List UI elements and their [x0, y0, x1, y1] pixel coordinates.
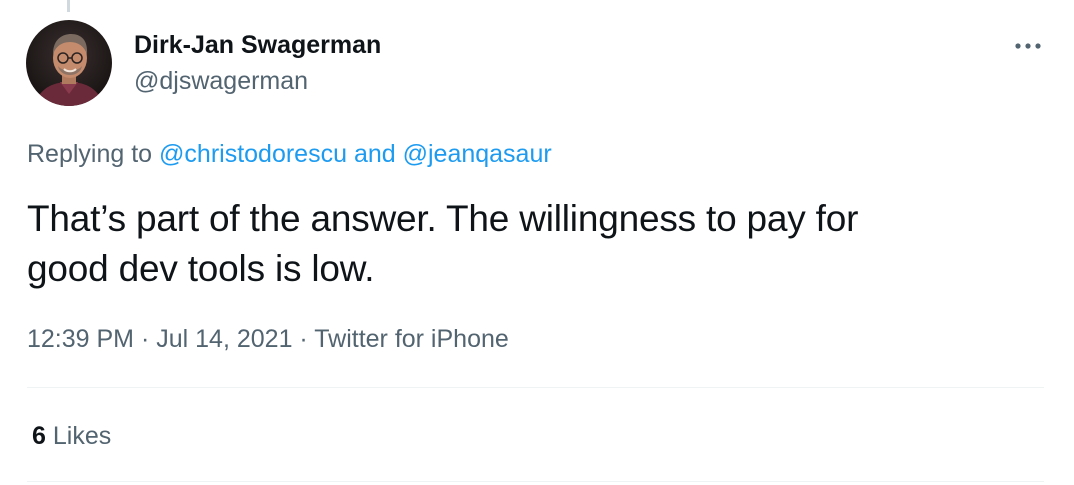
reply-context: Replying to @christodorescu and @jeanqas… [27, 139, 552, 169]
author-handle[interactable]: @djswagerman [134, 66, 308, 96]
avatar[interactable] [26, 20, 112, 106]
likes-label: Likes [52, 422, 112, 450]
more-options-button[interactable] [1010, 28, 1046, 64]
tweet-text: That’s part of the answer. The willingne… [27, 194, 1037, 294]
tweet-metadata: 12:39 PM · Jul 14, 2021 · Twitter for iP… [27, 324, 509, 354]
tweet-date[interactable]: Jul 14, 2021 [156, 325, 292, 353]
author-name[interactable]: Dirk-Jan Swagerman [134, 30, 381, 60]
tweet-text-line: good dev tools is low. [27, 248, 375, 289]
tweet-text-line: That’s part of the answer. The willingne… [27, 198, 859, 239]
divider [27, 481, 1044, 482]
meta-separator: · [140, 325, 150, 353]
profile-photo-icon [26, 20, 112, 106]
divider [27, 387, 1044, 388]
meta-separator: · [299, 325, 308, 353]
reply-conjunction[interactable]: and [354, 140, 396, 168]
thread-connector-line [67, 0, 70, 12]
likes-count: 6 [32, 422, 46, 450]
mention-link-christodorescu[interactable]: @christodorescu [159, 140, 347, 168]
reply-prefix: Replying to [27, 140, 153, 168]
more-horizontal-icon [1015, 43, 1041, 49]
likes-link[interactable]: 6 Likes [32, 421, 111, 451]
mention-link-jeanqasaur[interactable]: @jeanqasaur [403, 140, 552, 168]
tweet-time[interactable]: 12:39 PM [27, 325, 134, 353]
tweet-source[interactable]: Twitter for iPhone [314, 325, 509, 353]
